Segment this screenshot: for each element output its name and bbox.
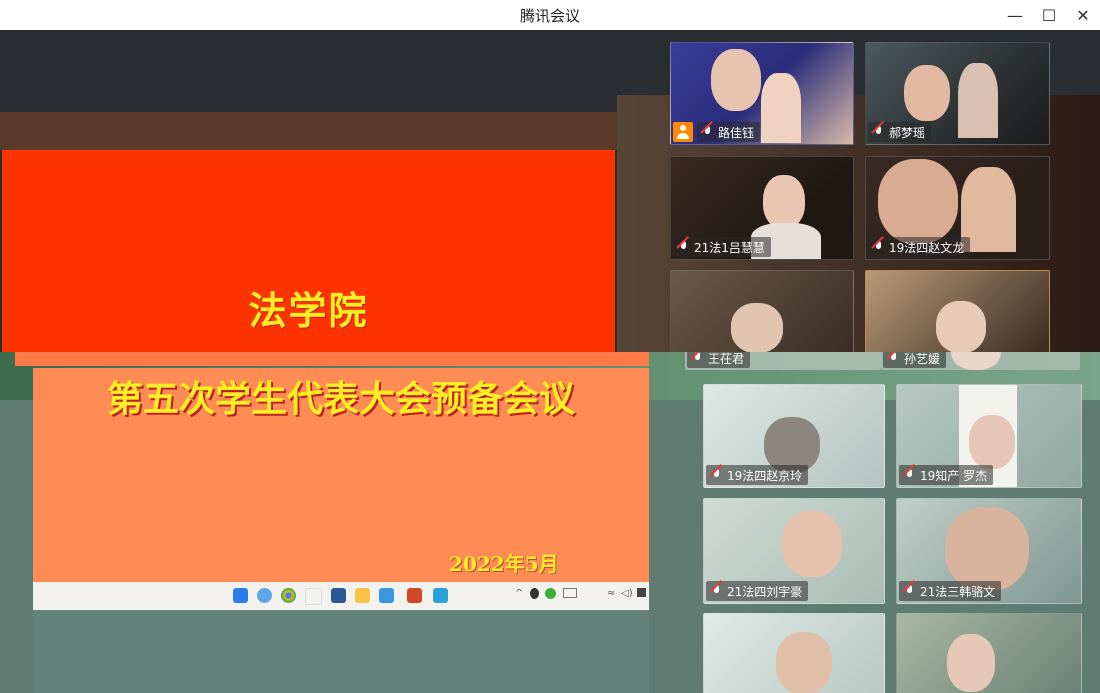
battery-icon [563,588,577,598]
mic-muted-icon [691,352,704,365]
slide-title-area: 法学院 [2,150,615,352]
mic-muted-icon [701,125,714,139]
participant-face [731,303,783,352]
mic-muted-icon [872,125,885,139]
word-icon[interactable] [331,588,346,603]
mic-muted-icon [903,584,916,598]
participant-label: 19知产 罗杰 [899,465,994,485]
close-button[interactable]: ✕ [1066,0,1100,30]
participant-face [936,301,986,352]
mic-muted-icon [887,352,900,365]
wifi-icon[interactable]: ≈ [607,588,615,599]
college-title: 法学院 [248,289,369,333]
participant-label: 王茌君 [687,352,751,368]
video-tile-label-strip: 孙艺媛 [881,352,1080,370]
search-icon[interactable] [257,588,272,603]
mic-muted-icon [710,468,723,482]
app-icon[interactable] [433,588,448,603]
mic-muted-icon [872,240,885,254]
meeting-date: 2022年5月 [449,552,559,576]
participant-label: 19法四赵文龙 [868,237,971,257]
video-tile[interactable]: 19法四赵文龙 [865,156,1050,260]
title-bar: 腾讯会议 — ☐ ✕ [0,0,1100,31]
meeting-title: 第五次学生代表大会预备会议 [106,379,575,420]
video-tile-partial[interactable] [896,613,1082,693]
chrome-icon[interactable] [281,588,296,603]
participant-face [776,632,832,693]
slide-body: 第五次学生代表大会预备会议 2022年5月 [15,352,649,582]
mic-muted-icon [677,240,690,254]
mic-muted-icon [903,468,916,482]
windows-taskbar: ^ ≈ ◁) [33,582,649,610]
video-tile[interactable]: 19法四赵京玲 [703,384,885,488]
video-tile[interactable]: 路佳钰 [670,42,854,145]
video-tile[interactable]: 21法1吕慧慧 [670,156,854,260]
participant-label: 郝梦瑶 [868,122,932,142]
mic-muted-icon [710,584,723,598]
participant-label: 21法1吕慧慧 [673,237,771,257]
qq-icon[interactable] [530,588,539,599]
chevron-up-icon[interactable]: ^ [515,588,523,599]
participant-face [782,511,842,577]
video-tile-partial[interactable] [865,270,1050,352]
window-title: 腾讯会议 [519,7,580,25]
powerpoint-icon[interactable] [407,588,422,603]
explorer-icon[interactable] [355,588,370,603]
video-tile[interactable]: 21法三韩骆文 [896,498,1082,604]
participant-label: 路佳钰 [697,122,761,142]
participant-label: 21法四刘宇豪 [706,581,809,601]
shared-screen-upper: 法学院 路佳钰 郝梦瑶 21法1吕慧慧 19法四赵文龙 [0,30,1100,352]
participant-face [969,415,1015,469]
video-tile[interactable]: 19知产 罗杰 [896,384,1082,488]
participant-label: 19法四赵京玲 [706,465,809,485]
participant-face [878,159,958,244]
video-tile-label-strip: 王茌君 [685,352,881,370]
video-tile[interactable]: 郝梦瑶 [865,42,1050,145]
shared-screen-lower: 第五次学生代表大会预备会议 2022年5月 ^ ≈ ◁) 王茌君 孙艺媛 19法… [0,352,1100,693]
participant-label: 21法三韩骆文 [899,581,1002,601]
windows-start-icon[interactable] [233,588,248,603]
host-badge-icon [673,122,693,142]
video-tile-partial[interactable] [670,270,854,352]
maximize-button[interactable]: ☐ [1032,0,1066,30]
store-icon[interactable] [379,588,394,603]
video-tile-partial[interactable] [703,613,885,693]
participant-face [945,507,1029,591]
video-tile[interactable]: 21法四刘宇豪 [703,498,885,604]
participant-label: 孙艺媛 [883,352,947,368]
folder-icon[interactable] [305,588,322,605]
participant-face [763,175,805,229]
participant-face [947,634,995,692]
volume-icon[interactable]: ◁) [621,588,633,599]
participant-face [904,65,950,121]
wechat-icon[interactable] [545,588,556,599]
minimize-button[interactable]: — [998,0,1032,30]
participant-face [711,49,761,111]
input-icon[interactable] [637,588,646,597]
